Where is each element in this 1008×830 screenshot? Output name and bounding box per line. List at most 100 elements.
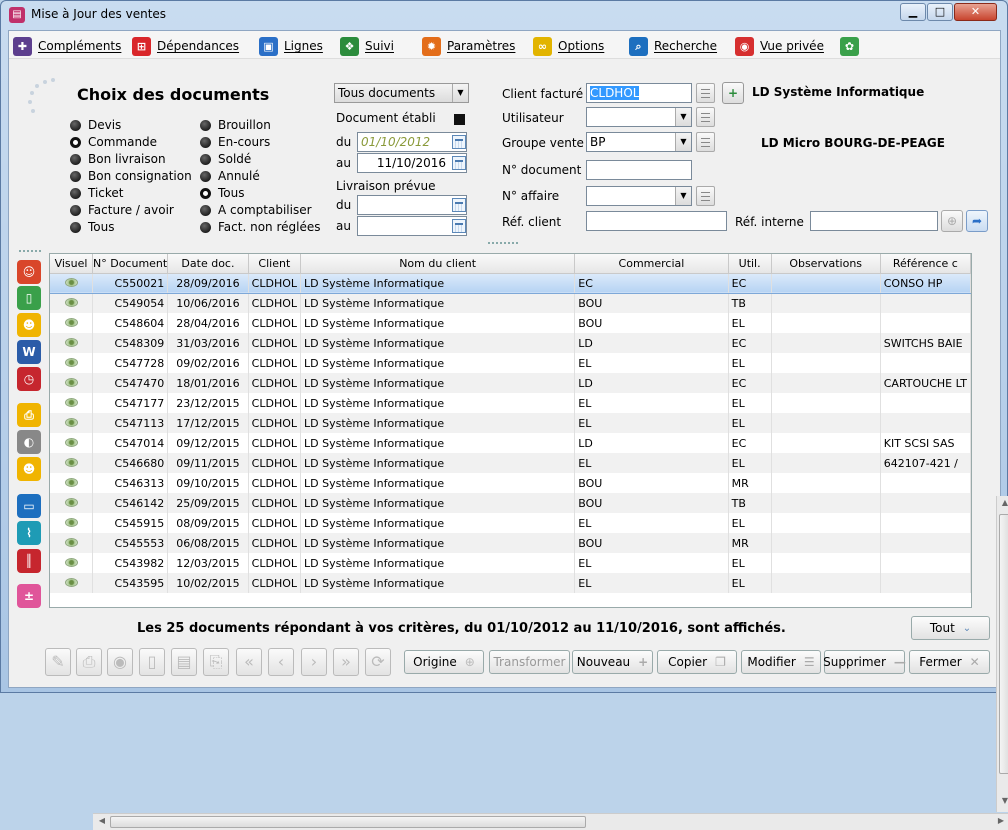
modifier-button[interactable]: Modifier ☰ — [741, 650, 821, 674]
table-row[interactable]: C545553 06/08/2015 CLDHOL LD Système Inform… — [50, 533, 972, 553]
eye-icon[interactable] — [64, 277, 78, 287]
eye-icon[interactable] — [64, 337, 78, 347]
eye-icon[interactable] — [64, 577, 78, 587]
column-header[interactable]: Visuel — [50, 254, 93, 274]
user-icon[interactable]: ☺ — [17, 260, 41, 284]
doc-type-radio[interactable] — [70, 205, 81, 216]
delivery-to-field[interactable] — [357, 216, 467, 236]
first-page-icon[interactable]: « — [236, 648, 262, 676]
visual-cell[interactable] — [50, 533, 93, 553]
table-row[interactable]: C543595 10/02/2015 CLDHOL LD Système Inform… — [50, 573, 972, 593]
refresh-icon[interactable]: ⟳ — [365, 648, 391, 676]
column-header[interactable]: Util. — [728, 254, 772, 274]
eye-icon[interactable] — [64, 397, 78, 407]
phone-icon[interactable]: ▯ — [139, 648, 165, 676]
splitter-grip-left[interactable] — [19, 250, 41, 252]
last-page-icon[interactable]: » — [333, 648, 359, 676]
eye-icon[interactable] — [64, 517, 78, 527]
visual-cell[interactable] — [50, 553, 93, 573]
menu-item-palette[interactable]: ✿ — [840, 35, 865, 57]
user-lookup-button[interactable] — [696, 107, 715, 127]
group-select[interactable]: BP ▼ — [586, 132, 692, 152]
table-row[interactable]: C546680 09/11/2015 CLDHOL LD Système Inform… — [50, 453, 972, 473]
visual-cell[interactable] — [50, 353, 93, 373]
eye-icon[interactable] — [64, 497, 78, 507]
menu-item-dépendances[interactable]: ⊞ Dépendances — [132, 35, 239, 57]
eye-icon[interactable] — [64, 457, 78, 467]
transformer-button[interactable]: Transformer — [489, 650, 570, 674]
ref-interne-field[interactable] — [810, 211, 938, 231]
doc-type-radio[interactable] — [70, 137, 81, 148]
eye-icon[interactable] — [64, 377, 78, 387]
nouveau-button[interactable]: Nouveau + — [572, 650, 653, 674]
doc-status-radio[interactable] — [200, 205, 211, 216]
documents-table[interactable]: Visuel N° Document Date doc. Client Nom du c… — [49, 253, 1008, 830]
column-header[interactable]: Observations — [771, 254, 881, 274]
maximize-button[interactable]: □ — [927, 3, 953, 21]
menu-item-paramètres[interactable]: ✹ Paramètres — [422, 35, 515, 57]
menu-item-recherche[interactable]: ⌕ Recherche — [629, 35, 717, 57]
fermer-button[interactable]: Fermer ✕ — [909, 650, 990, 674]
visual-cell[interactable] — [50, 453, 93, 473]
doc-scope-select[interactable]: Tous documents ▼ — [334, 83, 469, 103]
table-row[interactable]: C549054 10/06/2016 CLDHOL LD Système Inform… — [50, 293, 972, 313]
delivery-from-field[interactable] — [357, 195, 467, 215]
horizontal-scrollbar[interactable]: ◀ ▶ — [93, 813, 1008, 830]
vertical-scroll-thumb[interactable] — [999, 514, 1008, 774]
word-document-icon[interactable]: W — [17, 340, 41, 364]
calculator-icon[interactable]: ± — [17, 584, 41, 608]
visual-cell[interactable] — [50, 513, 93, 533]
affaire-select[interactable]: ▼ — [586, 186, 692, 206]
client-info-icon[interactable]: + — [722, 82, 744, 104]
pencil-icon[interactable]: ✎ — [45, 648, 71, 676]
doc-status-radio[interactable] — [200, 120, 211, 131]
visual-cell[interactable] — [50, 373, 93, 393]
splitter-grip[interactable] — [488, 242, 518, 244]
printer-icon[interactable]: ⎙ — [17, 403, 41, 427]
eye-icon[interactable] — [64, 537, 78, 547]
scroll-down-icon[interactable]: ▼ — [999, 796, 1008, 810]
table-row[interactable]: C550021 28/09/2016 CLDHOL LD Système Inform… — [50, 272, 972, 294]
all-button[interactable]: Tout ⌄ — [911, 616, 990, 640]
group-lookup-button[interactable] — [696, 132, 715, 152]
visual-cell[interactable] — [50, 493, 93, 513]
doc-status-radio[interactable] — [200, 154, 211, 165]
table-row[interactable]: C547014 09/12/2015 CLDHOL LD Système Inform… — [50, 433, 972, 453]
table-row[interactable]: C546313 09/10/2015 CLDHOL LD Système Inform… — [50, 473, 972, 493]
column-header[interactable]: Nom du client — [300, 254, 576, 274]
vertical-scrollbar[interactable]: ▲ ▼ — [996, 496, 1008, 812]
contact-card-icon[interactable]: ☻ — [17, 313, 41, 337]
visual-cell[interactable] — [50, 473, 93, 493]
folder-icon[interactable]: ▭ — [17, 494, 41, 518]
origine-button[interactable]: Origine ⊕ — [404, 650, 484, 674]
eye-icon[interactable] — [64, 357, 78, 367]
column-header[interactable]: Date doc. — [167, 254, 249, 274]
table-row[interactable]: C545915 08/09/2015 CLDHOL LD Système Inform… — [50, 513, 972, 533]
eye-icon[interactable] — [64, 437, 78, 447]
table-row[interactable]: C543982 12/03/2015 CLDHOL LD Système Inform… — [50, 553, 972, 573]
user-select[interactable]: ▼ — [586, 107, 692, 127]
next-page-icon[interactable]: › — [301, 648, 327, 676]
supprimer-button[interactable]: Supprimer — — [823, 650, 906, 674]
close-window-button[interactable]: ✕ — [954, 3, 997, 21]
menu-item-lignes[interactable]: ▣ Lignes — [259, 35, 323, 57]
doc-type-radio[interactable] — [70, 171, 81, 182]
visual-cell[interactable] — [50, 293, 93, 313]
menu-item-suivi[interactable]: ❖ Suivi — [340, 35, 394, 57]
eye-icon[interactable] — [64, 417, 78, 427]
doc-to-field[interactable]: 11/10/2016 — [357, 153, 467, 173]
print-list-icon[interactable]: ⎘ — [203, 648, 229, 676]
person-card-icon[interactable]: ☻ — [17, 457, 41, 481]
visual-cell[interactable] — [50, 272, 93, 294]
doc-date-checkbox[interactable] — [454, 114, 465, 125]
phone-icon[interactable]: ▯ — [17, 286, 41, 310]
eye-icon[interactable] — [64, 297, 78, 307]
table-row[interactable]: C548309 31/03/2016 CLDHOL LD Système Inform… — [50, 333, 972, 353]
column-header[interactable]: N° Document — [92, 254, 169, 274]
barcode-icon[interactable]: ║ — [17, 549, 41, 573]
menu-item-vue-privée[interactable]: ◉ Vue privée — [735, 35, 824, 57]
table-row[interactable]: C547113 17/12/2015 CLDHOL LD Système Inform… — [50, 413, 972, 433]
calendar-icon[interactable] — [452, 156, 466, 170]
column-header[interactable]: Client — [248, 254, 302, 274]
doc-type-radio[interactable] — [70, 222, 81, 233]
